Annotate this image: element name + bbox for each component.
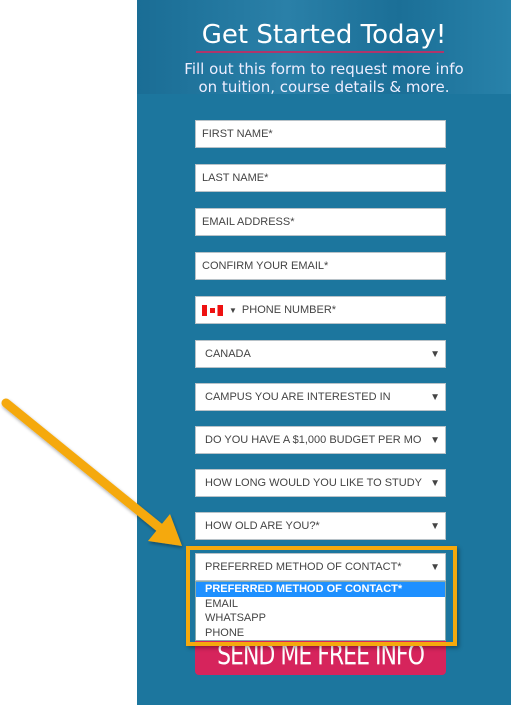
arrow-icon [1,398,182,546]
